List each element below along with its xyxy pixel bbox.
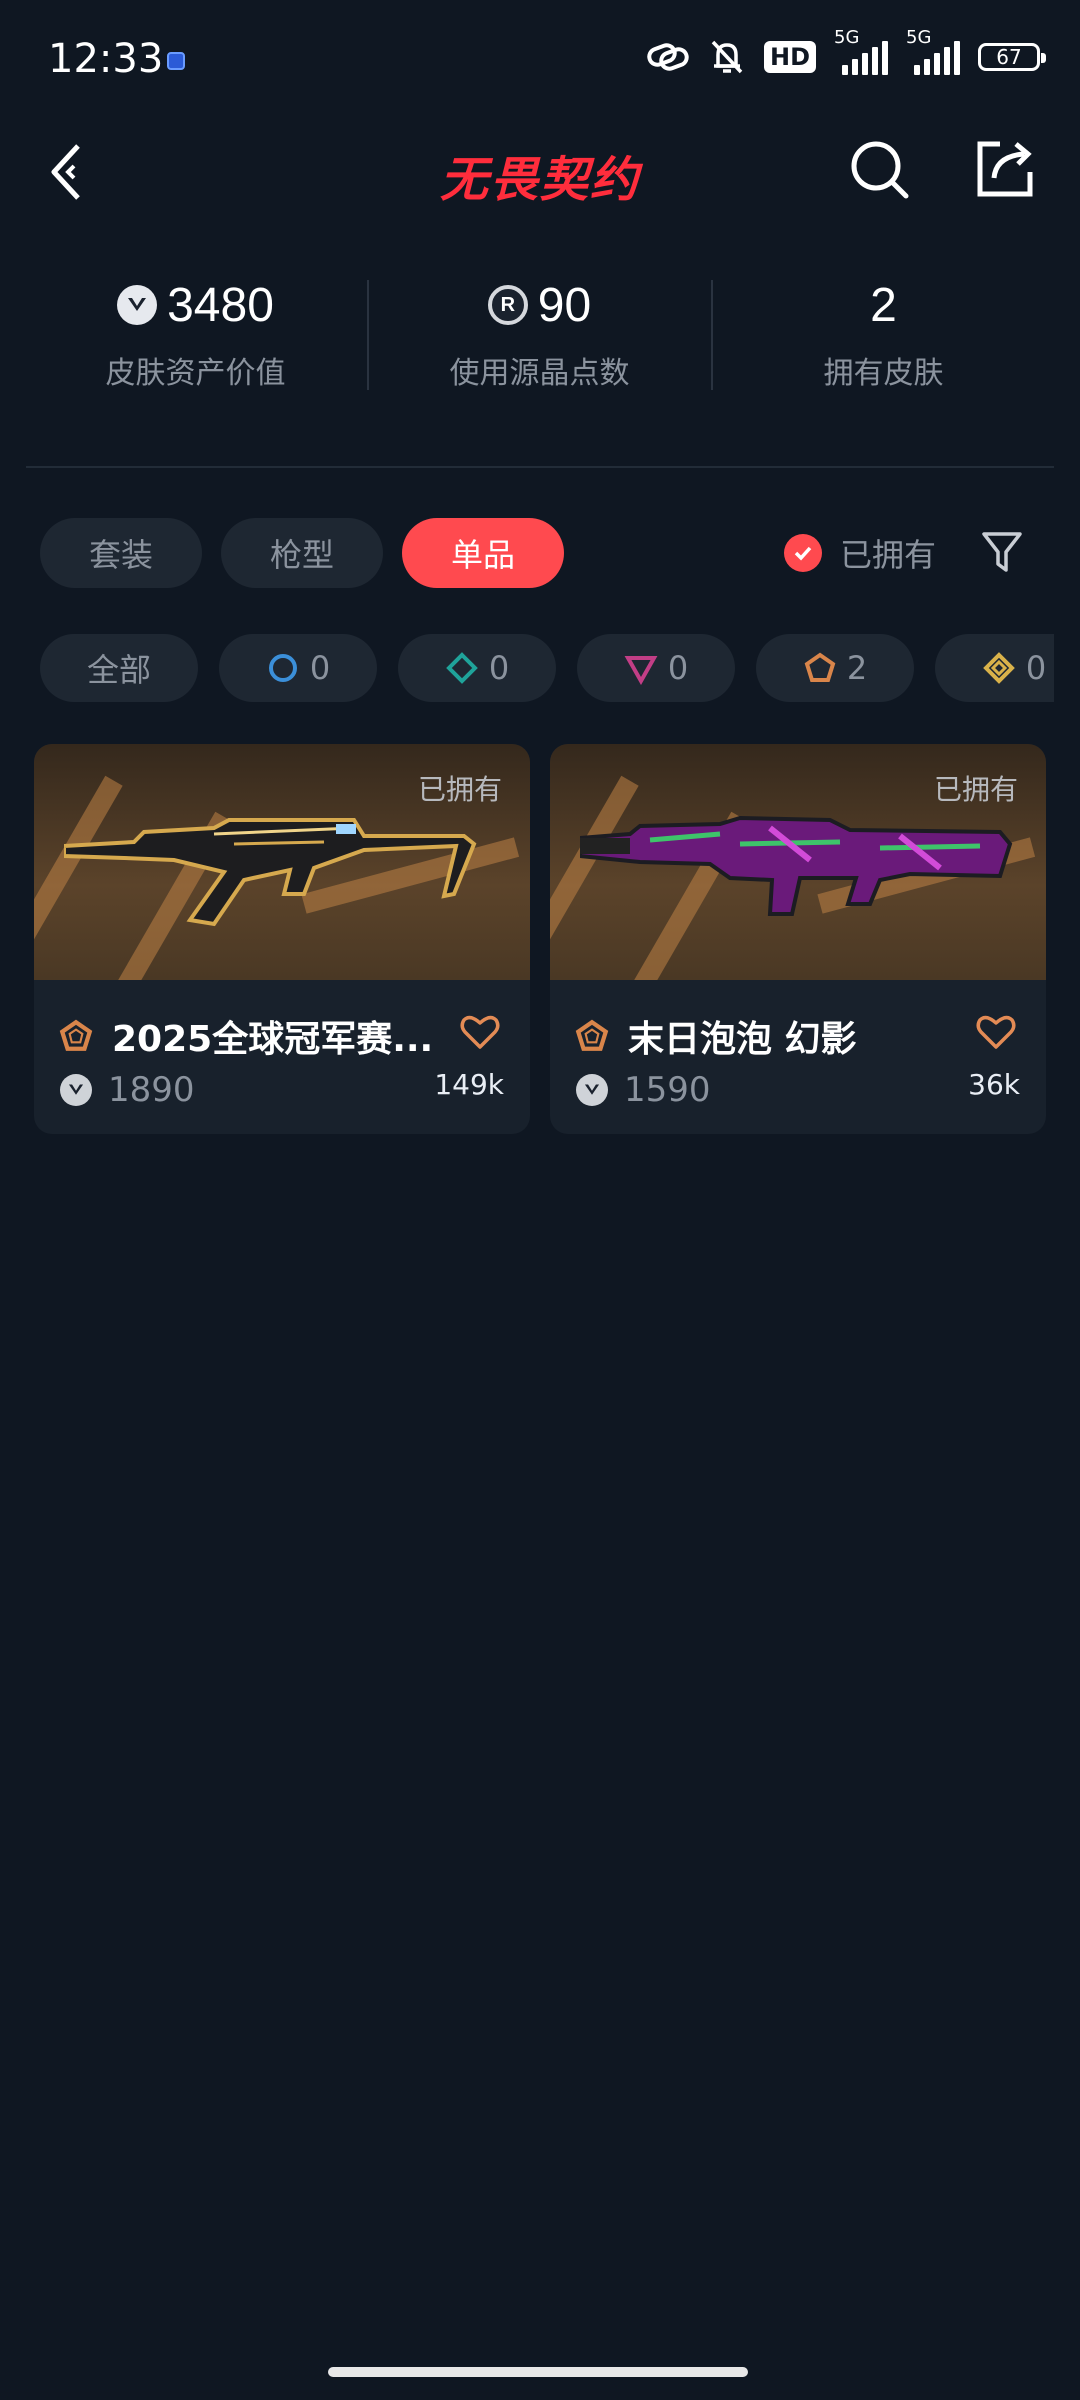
rarity-filter-count: 2 xyxy=(846,649,868,687)
heart-icon[interactable] xyxy=(460,1014,500,1050)
ultra-tier-icon xyxy=(982,652,1015,684)
battery-icon: 67 xyxy=(978,43,1046,71)
stat-label: 皮肤资产价值 xyxy=(105,356,286,391)
weapon-vandal-gold-image xyxy=(64,818,477,927)
status-time: 12:33 xyxy=(48,36,164,82)
deluxe-tier-icon xyxy=(445,652,478,684)
select-tier-icon xyxy=(268,654,297,682)
stat-value: 90 xyxy=(537,278,592,332)
premium-tier-icon xyxy=(624,656,658,685)
stat-label: 使用源晶点数 xyxy=(449,356,630,391)
search-icon[interactable] xyxy=(846,136,914,204)
radianite-icon: R xyxy=(487,285,528,325)
exclusive-tier-icon xyxy=(59,1019,93,1051)
tab-single-item[interactable]: 单品 xyxy=(402,518,564,588)
exclusive-tier-icon xyxy=(575,1019,609,1051)
tab-weapon-type[interactable]: 枪型 xyxy=(221,518,383,588)
status-bar: 12:33 HD 5G 5G 67 xyxy=(0,0,1080,120)
link-icon xyxy=(647,43,689,71)
app-logo: 无畏契约 xyxy=(439,152,640,208)
skin-name: 2025全球冠军赛... xyxy=(112,1019,434,1060)
exclusive-tier-icon xyxy=(804,652,836,682)
owned-tag: 已拥有 xyxy=(417,773,502,806)
status-icons: HD 5G 5G 67 xyxy=(646,27,1046,76)
rarity-filter-count: 0 xyxy=(309,649,331,687)
weapon-phantom-purple-image xyxy=(580,815,1013,916)
check-icon xyxy=(784,534,822,572)
divider xyxy=(26,466,1054,468)
rarity-filter-count: 0 xyxy=(667,649,689,687)
owned-tag: 已拥有 xyxy=(933,773,1018,806)
stat-radianite: R 90 使用源晶点数 xyxy=(368,270,711,410)
stat-value: 2 xyxy=(870,278,897,332)
skin-price: 1890 xyxy=(108,1070,195,1110)
rarity-filter-row: 全部 0 0 0 2 0 xyxy=(40,634,1054,702)
owned-filter-toggle[interactable]: 已拥有 xyxy=(784,530,936,576)
rarity-filter-exclusive[interactable]: 2 xyxy=(756,634,914,702)
signal-icon-1: 5G xyxy=(834,27,888,75)
heart-icon[interactable] xyxy=(976,1014,1016,1050)
rarity-filter-select[interactable]: 0 xyxy=(219,634,377,702)
stat-owned-skins: 2 拥有皮肤 xyxy=(712,270,1055,410)
stat-label: 拥有皮肤 xyxy=(823,356,944,391)
vp-icon xyxy=(576,1074,608,1106)
signal-2-label: 5G xyxy=(906,27,932,48)
divider xyxy=(711,280,713,390)
rarity-filter-label: 全部 xyxy=(86,651,151,689)
rarity-filter-ultra[interactable]: 0 xyxy=(935,634,1054,702)
hd-badge: HD xyxy=(763,41,816,73)
back-arrow-icon[interactable] xyxy=(40,130,120,210)
rarity-filter-premium[interactable]: 0 xyxy=(577,634,735,702)
like-count: 36k xyxy=(968,1068,1020,1101)
rarity-filter-all[interactable]: 全部 xyxy=(40,634,198,702)
tab-bundle[interactable]: 套装 xyxy=(40,518,202,588)
rarity-filter-deluxe[interactable]: 0 xyxy=(398,634,556,702)
app-notification-icon xyxy=(167,52,185,70)
filter-icon[interactable] xyxy=(980,528,1024,576)
owned-filter-label: 已拥有 xyxy=(840,536,937,574)
stat-skin-value: 3480 皮肤资产价值 xyxy=(24,270,367,410)
skin-card[interactable]: 已拥有 2025全球冠军赛... 1890 149k xyxy=(34,744,530,1134)
vp-icon xyxy=(117,285,158,325)
signal-1-label: 5G xyxy=(834,27,860,48)
app-header: 无畏契约 xyxy=(0,120,1080,220)
vp-icon xyxy=(60,1074,92,1106)
signal-icon-2: 5G xyxy=(906,27,960,75)
skin-price: 1590 xyxy=(624,1070,711,1110)
skin-name: 末日泡泡 幻影 xyxy=(628,1019,857,1060)
home-indicator[interactable] xyxy=(328,2367,748,2377)
like-count: 149k xyxy=(434,1068,504,1101)
mute-bell-icon xyxy=(711,40,743,74)
stat-value: 3480 xyxy=(167,278,274,332)
stats-row: 3480 皮肤资产价值 R 90 使用源晶点数 2 拥有皮肤 xyxy=(0,270,1080,410)
skin-card[interactable]: 已拥有 末日泡泡 幻影 1590 36k xyxy=(550,744,1046,1134)
rarity-filter-count: 0 xyxy=(1025,649,1047,687)
battery-level: 67 xyxy=(996,45,1022,69)
share-icon[interactable] xyxy=(970,134,1038,202)
divider xyxy=(367,280,369,390)
rarity-filter-count: 0 xyxy=(488,649,510,687)
